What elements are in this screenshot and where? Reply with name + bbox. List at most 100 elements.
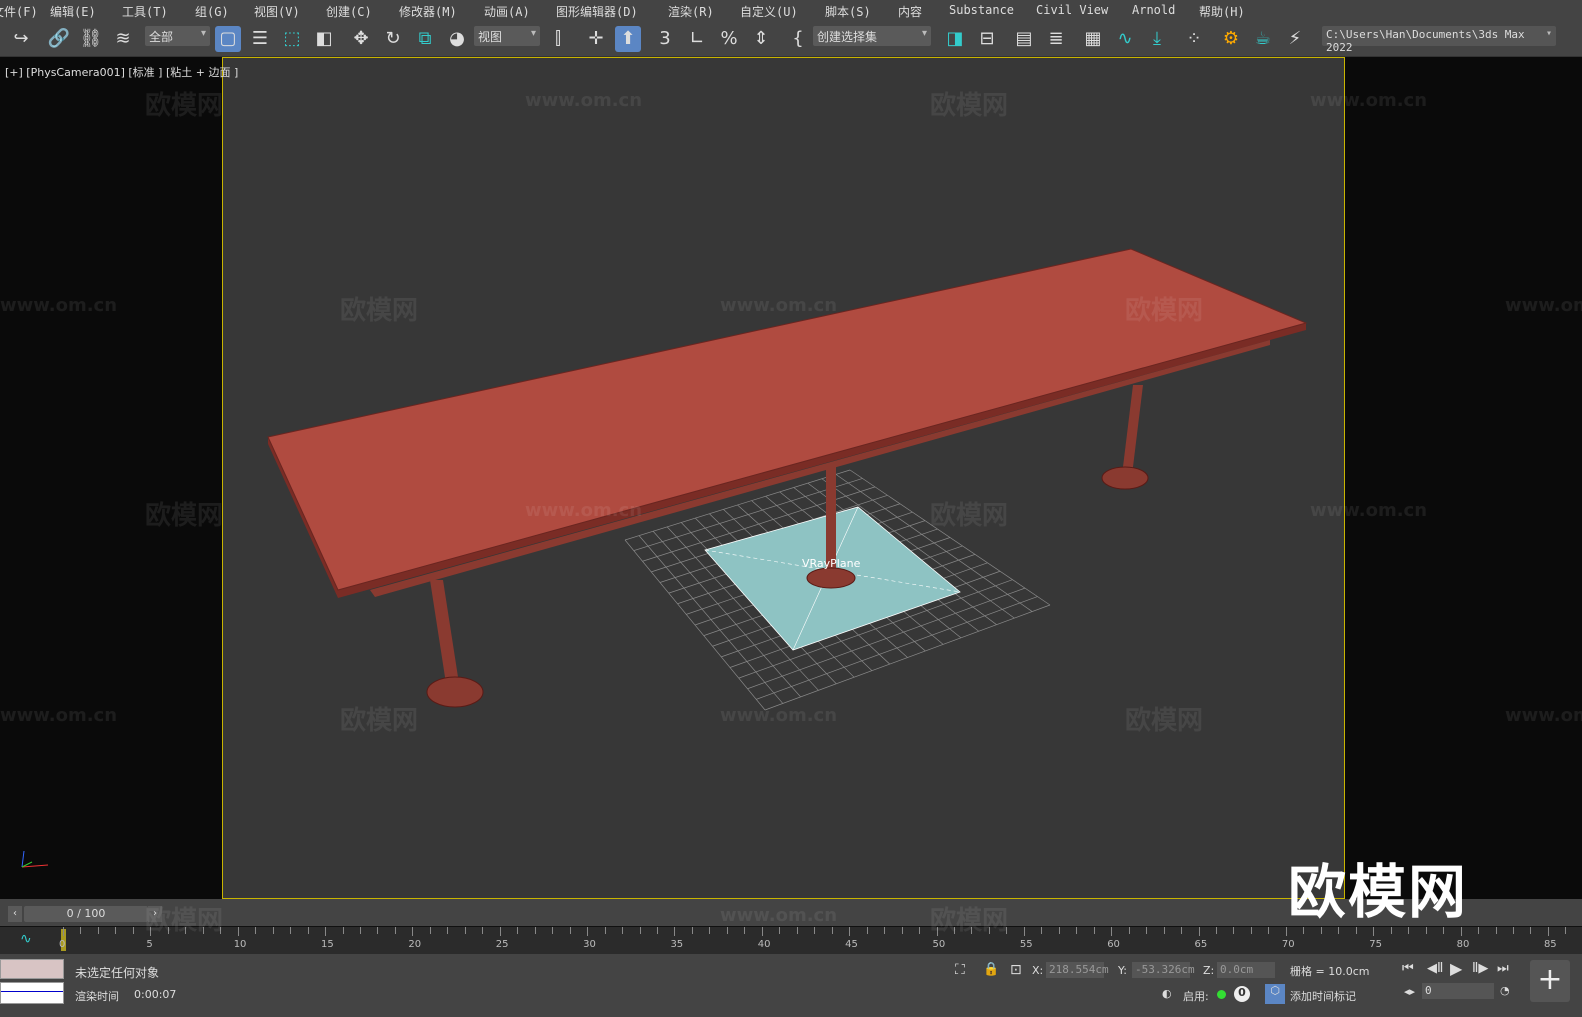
spinner-snap-icon[interactable]: ⇕ <box>748 26 774 52</box>
layer-explorer-icon[interactable]: ≣ <box>1043 26 1069 52</box>
axis-tripod-icon <box>21 850 49 868</box>
reference-coord-dropdown[interactable]: 视图 <box>474 26 540 46</box>
select-by-name-icon[interactable]: ☰ <box>247 26 273 52</box>
select-manipulate-icon[interactable]: ✛ <box>583 26 609 52</box>
menu-item[interactable]: Arnold <box>1132 0 1175 20</box>
timeline-tick <box>412 927 414 936</box>
render-setup-icon[interactable]: ⚙ <box>1218 26 1244 52</box>
menu-item[interactable]: Civil View <box>1036 0 1108 20</box>
zero-badge-icon[interactable]: 0 <box>1234 986 1250 1002</box>
placement-icon[interactable]: ◕ <box>444 26 470 52</box>
timeline-tick <box>1268 927 1270 934</box>
redo-icon[interactable]: ↪ <box>8 26 34 52</box>
timeline-tick-label: 0 <box>59 939 66 950</box>
scale-icon[interactable]: ⧉ <box>412 26 438 52</box>
render-production-icon[interactable]: ⚡ <box>1282 26 1308 52</box>
ribbon-icon[interactable]: ▦ <box>1080 26 1106 52</box>
keyboard-shortcut-override-icon[interactable]: ⬆ <box>615 26 641 52</box>
schematic-view-icon[interactable]: ⁘ <box>1181 26 1207 52</box>
timeline-tick <box>167 927 169 934</box>
dope-sheet-icon[interactable]: ⤓ <box>1144 26 1170 52</box>
lock-icon[interactable]: 🔒 <box>983 962 999 977</box>
rendered-frame-window-icon[interactable]: ☕ <box>1250 26 1276 52</box>
timeline-tick <box>866 927 868 934</box>
timeline-tick <box>1041 927 1043 934</box>
x-coordinate-field[interactable]: 218.554cm <box>1046 962 1109 978</box>
percent-snap-icon[interactable]: % <box>716 26 742 52</box>
next-frame-icon[interactable]: Ⅱ▶ <box>1472 961 1488 976</box>
time-configuration-icon[interactable]: ◔ <box>1500 984 1510 997</box>
rect-selection-icon[interactable]: ⬚ <box>279 26 305 52</box>
unlink-icon[interactable]: ⛓ <box>78 26 104 52</box>
timeline-tick-label: 40 <box>757 939 771 950</box>
timeline-tick <box>779 927 781 934</box>
timeline-tick <box>325 927 327 936</box>
timeline-tick <box>499 927 501 936</box>
move-icon[interactable]: ✥ <box>348 26 374 52</box>
maxscript-listener[interactable] <box>0 959 64 979</box>
bind-space-warp-icon[interactable]: ≋ <box>110 26 136 52</box>
absolute-mode-icon[interactable]: ⊡ <box>1010 962 1022 978</box>
curve-editor-icon[interactable]: ∿ <box>1112 26 1138 52</box>
rotate-icon[interactable]: ↻ <box>380 26 406 52</box>
align-icon[interactable]: ⊟ <box>974 26 1000 52</box>
timeline-tick <box>1181 927 1183 934</box>
timeline-tick <box>1076 927 1078 934</box>
snaps-toggle-icon[interactable]: 3 <box>652 26 678 52</box>
adaptive-degradation-icon[interactable]: ◐ <box>1162 987 1172 1000</box>
timeline-tick-label: 35 <box>670 939 684 950</box>
y-coordinate-field[interactable]: -53.326cm <box>1132 962 1195 978</box>
time-slider[interactable]: 0 / 100 <box>24 906 148 922</box>
timeline-tick <box>220 927 222 934</box>
prev-frame-button[interactable]: ‹ <box>8 906 22 922</box>
timeline-tick-label: 80 <box>1456 939 1470 950</box>
timeline-tick <box>394 927 396 934</box>
timeline-track[interactable]: ∿ 0 5 10 15 20 25 30 35 40 45 50 55 60 65 70 75 80 85 <box>0 926 1582 954</box>
set-key-button[interactable]: + <box>1530 960 1570 1002</box>
named-selection-dropdown[interactable]: 创建选择集 <box>813 26 931 46</box>
menu-item[interactable]: Substance <box>949 0 1014 20</box>
timeline-tick <box>849 927 851 936</box>
timeline-tick-label: 70 <box>1281 939 1295 950</box>
select-object-icon[interactable]: ▢ <box>215 26 241 52</box>
go-to-end-icon[interactable]: ⏭ <box>1497 961 1509 976</box>
timeline-tick <box>604 927 606 934</box>
enable-label: 启用: <box>1183 990 1209 1003</box>
previous-frame-icon[interactable]: ◀Ⅱ <box>1427 961 1443 976</box>
camera-viewport[interactable]: VRayPlane <box>222 57 1345 899</box>
timeline-tick <box>464 927 466 934</box>
isolate-icon[interactable]: ⛶ <box>955 962 965 978</box>
pivot-center-icon[interactable]: ⫿ <box>545 26 571 52</box>
time-tag-icon[interactable]: ⬡ <box>1265 984 1285 1004</box>
current-frame-field[interactable]: 0 <box>1422 983 1494 999</box>
go-to-start-icon[interactable]: ⏮ <box>1402 961 1414 976</box>
selection-filter-dropdown[interactable]: 全部 <box>145 26 210 46</box>
timeline-tick <box>831 927 833 934</box>
next-frame-button[interactable]: › <box>148 906 162 922</box>
curve-editor-mini-icon[interactable]: ∿ <box>20 931 32 947</box>
link-icon[interactable]: 🔗 <box>46 26 72 52</box>
key-mode-icon[interactable]: ◂▸ <box>1404 985 1415 998</box>
timeline-tick <box>936 927 938 936</box>
viewport-label[interactable]: [+] [PhysCamera001] [标准 ] [粘土 + 边面 ] <box>5 64 238 80</box>
window-crossing-icon[interactable]: ◧ <box>311 26 337 52</box>
mirror-icon[interactable]: ◨ <box>942 26 968 52</box>
edit-named-selection-icon[interactable]: { <box>785 26 811 52</box>
angle-snap-icon[interactable]: ∟ <box>684 26 710 52</box>
add-time-tag[interactable]: 添加时间标记 <box>1290 988 1356 1004</box>
timeline-tick-label: 30 <box>583 939 596 950</box>
render-time-value: 0:00:07 <box>134 988 177 1001</box>
project-folder-dropdown[interactable]: C:\Users\Han\Documents\3ds Max 2022 <box>1322 26 1556 54</box>
play-icon[interactable]: ▶ <box>1450 959 1462 978</box>
status-bar: 未选定任何对象 渲染时间 0:00:07 ⛶ 🔒 ⊡ X: 218.554cm … <box>0 955 1582 1017</box>
timeline-tick-label: 50 <box>932 939 946 950</box>
timeline-tick-label: 20 <box>408 939 422 950</box>
z-coordinate-field[interactable]: 0.0cm <box>1217 962 1275 978</box>
timeline-tick <box>115 927 117 934</box>
left-viewport-area <box>0 57 222 899</box>
timeline-tick <box>1058 927 1060 934</box>
maxscript-mini[interactable] <box>0 982 64 1004</box>
timeline-tick <box>1513 927 1514 934</box>
timeline-tick <box>709 927 711 934</box>
scene-explorer-icon[interactable]: ▤ <box>1011 26 1037 52</box>
